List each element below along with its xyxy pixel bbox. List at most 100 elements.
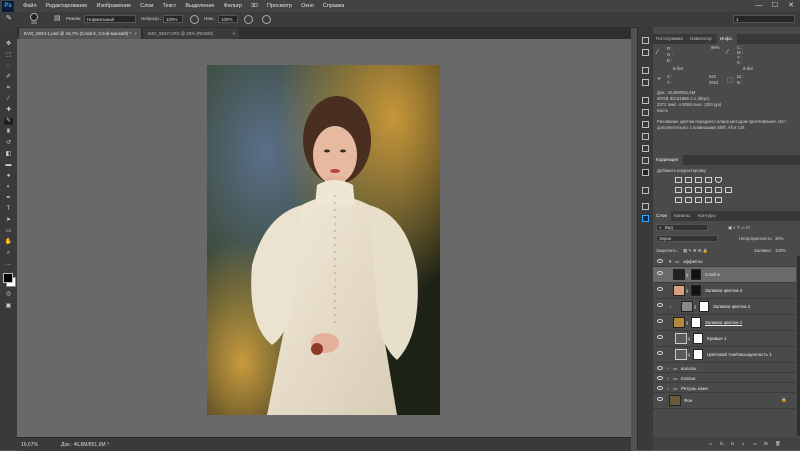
lock-icon[interactable]: 🔒 [781, 397, 787, 403]
layer-row[interactable]: § Заливка цветом 1 [653, 315, 796, 331]
quick-select-icon[interactable]: ✐ [4, 74, 13, 81]
eye-icon[interactable] [657, 366, 663, 370]
document-info[interactable]: Док.: 46,8M/851,6M [61, 442, 106, 448]
timeline-panel-icon[interactable] [642, 203, 649, 210]
layer-row[interactable]: ↓ § Заливка цветом 2 [653, 299, 796, 315]
layer-row[interactable]: § Кривые 1 [653, 331, 796, 347]
lasso-icon[interactable]: ◌ [4, 63, 13, 70]
color-panel-icon[interactable] [642, 67, 649, 74]
menu-file[interactable]: Файл [23, 3, 37, 9]
properties-panel-icon[interactable] [642, 97, 649, 104]
screen-mode-icon[interactable]: ▣ [4, 303, 13, 310]
eye-icon[interactable] [657, 386, 663, 390]
tab-layers[interactable]: Слои [653, 211, 671, 221]
layer-mask-thumbnail[interactable] [691, 269, 701, 280]
brightness-contrast-icon[interactable] [675, 177, 682, 183]
chain-icon[interactable]: § [688, 352, 690, 357]
chevron-right-icon[interactable]: › [667, 376, 669, 381]
posterize-icon[interactable] [685, 197, 692, 203]
healing-icon[interactable]: ✚ [4, 107, 13, 114]
gradient-icon[interactable]: ▬ [4, 162, 13, 169]
document-image[interactable] [207, 65, 440, 415]
eye-icon[interactable] [657, 376, 663, 380]
pressure-opacity-icon[interactable] [190, 15, 199, 24]
layer-row[interactable]: Фон 🔒 [653, 393, 796, 409]
close-button[interactable]: ✕ [784, 1, 798, 11]
pressure-size-icon[interactable] [262, 15, 271, 24]
color-balance-icon[interactable] [685, 187, 692, 193]
brush-icon[interactable]: ✎ [4, 118, 13, 125]
layer-mask-thumbnail[interactable] [693, 349, 703, 360]
menu-3d[interactable]: 3D [251, 3, 258, 9]
3d-panel-icon[interactable] [642, 169, 649, 176]
maximize-button[interactable]: ☐ [768, 1, 782, 11]
menu-edit[interactable]: Редактирование [46, 3, 88, 9]
quick-mask-icon[interactable]: ◎ [4, 291, 13, 298]
lock-icons[interactable]: ▦ ✎ ✥ ⊞ 🔒 [683, 248, 708, 254]
path-select-icon[interactable]: ➤ [4, 217, 13, 224]
layer-row[interactable]: › ▭ волосы [653, 363, 796, 373]
actions-panel-icon[interactable] [642, 49, 649, 56]
opacity-field[interactable]: 100% [163, 15, 183, 23]
menu-select[interactable]: Выделение [185, 3, 214, 9]
more-tools-icon[interactable]: … [4, 261, 13, 268]
status-arrow-icon[interactable]: › [107, 441, 109, 447]
fx-icon[interactable]: fx [720, 441, 723, 446]
eye-icon[interactable] [657, 335, 663, 339]
minimize-button[interactable]: — [752, 1, 766, 11]
libraries-panel-icon[interactable] [642, 215, 649, 222]
gradient-map-icon[interactable] [715, 197, 722, 203]
close-icon[interactable]: × [232, 28, 235, 39]
type-icon[interactable]: T [4, 206, 13, 213]
color-lookup-icon[interactable] [725, 187, 732, 193]
styles-panel-icon[interactable] [642, 157, 649, 164]
filter-icons[interactable]: ▣ ◐ T ▭ ⊡ [728, 225, 750, 231]
tab-channels[interactable]: Каналы [671, 211, 695, 221]
tab-info[interactable]: Инфо [717, 34, 737, 44]
blend-mode-select[interactable]: Экран [656, 235, 718, 242]
eye-icon[interactable] [657, 287, 663, 291]
channel-mixer-icon[interactable] [715, 187, 722, 193]
eye-icon[interactable] [657, 271, 663, 275]
black-white-icon[interactable] [695, 187, 702, 193]
clone-source-icon[interactable] [642, 121, 649, 128]
layer-row[interactable]: › ▭ Ретушь кожи [653, 383, 796, 393]
chain-icon[interactable]: § [688, 336, 690, 341]
add-mask-icon[interactable]: ◘ [731, 441, 734, 446]
brush-preset-icon[interactable] [30, 13, 38, 21]
history-brush-icon[interactable]: ↺ [4, 140, 13, 147]
invert-icon[interactable] [675, 197, 682, 203]
threshold-icon[interactable] [695, 197, 702, 203]
blur-icon[interactable]: ● [4, 173, 13, 180]
tab-adjustments[interactable]: Коррекция [653, 155, 683, 165]
shape-icon[interactable]: ▭ [4, 228, 13, 235]
chain-icon[interactable]: § [686, 272, 688, 277]
eyedropper-icon[interactable]: ⁄ [4, 96, 13, 103]
layer-mask-thumbnail[interactable] [691, 317, 701, 328]
paragraph-panel-icon[interactable] [642, 145, 649, 152]
tab-paths[interactable]: Контуры [695, 211, 721, 221]
foreground-color-swatch[interactable] [3, 273, 13, 283]
layer-mask-thumbnail[interactable] [691, 285, 701, 296]
layer-mask-thumbnail[interactable] [693, 333, 703, 344]
chain-icon[interactable]: § [694, 304, 696, 309]
new-group-icon[interactable]: ▭ [753, 441, 757, 447]
flow-field[interactable]: 100% [218, 15, 238, 23]
eye-icon[interactable] [657, 303, 663, 307]
airbrush-icon[interactable] [244, 15, 253, 24]
layer-filter-select[interactable]: ⌕ Вид [656, 224, 708, 231]
menu-type[interactable]: Текст [162, 3, 176, 9]
selective-color-icon[interactable] [705, 197, 712, 203]
eye-icon[interactable] [657, 259, 663, 263]
character-panel-icon[interactable] [642, 133, 649, 140]
eraser-icon[interactable]: ◧ [4, 151, 13, 158]
menu-help[interactable]: Справка [323, 3, 345, 9]
curves-icon[interactable] [695, 177, 702, 183]
marquee-icon[interactable]: ⬚ [4, 52, 13, 59]
dodge-icon[interactable]: ◐ [4, 184, 13, 191]
layer-row[interactable]: § Цветовой тон/Насыщенность 1 [653, 347, 796, 363]
levels-icon[interactable] [685, 177, 692, 183]
new-layer-icon[interactable]: ⊞ [764, 441, 768, 447]
workspace-select[interactable]: 1 [733, 15, 795, 23]
chain-icon[interactable]: § [686, 288, 688, 293]
